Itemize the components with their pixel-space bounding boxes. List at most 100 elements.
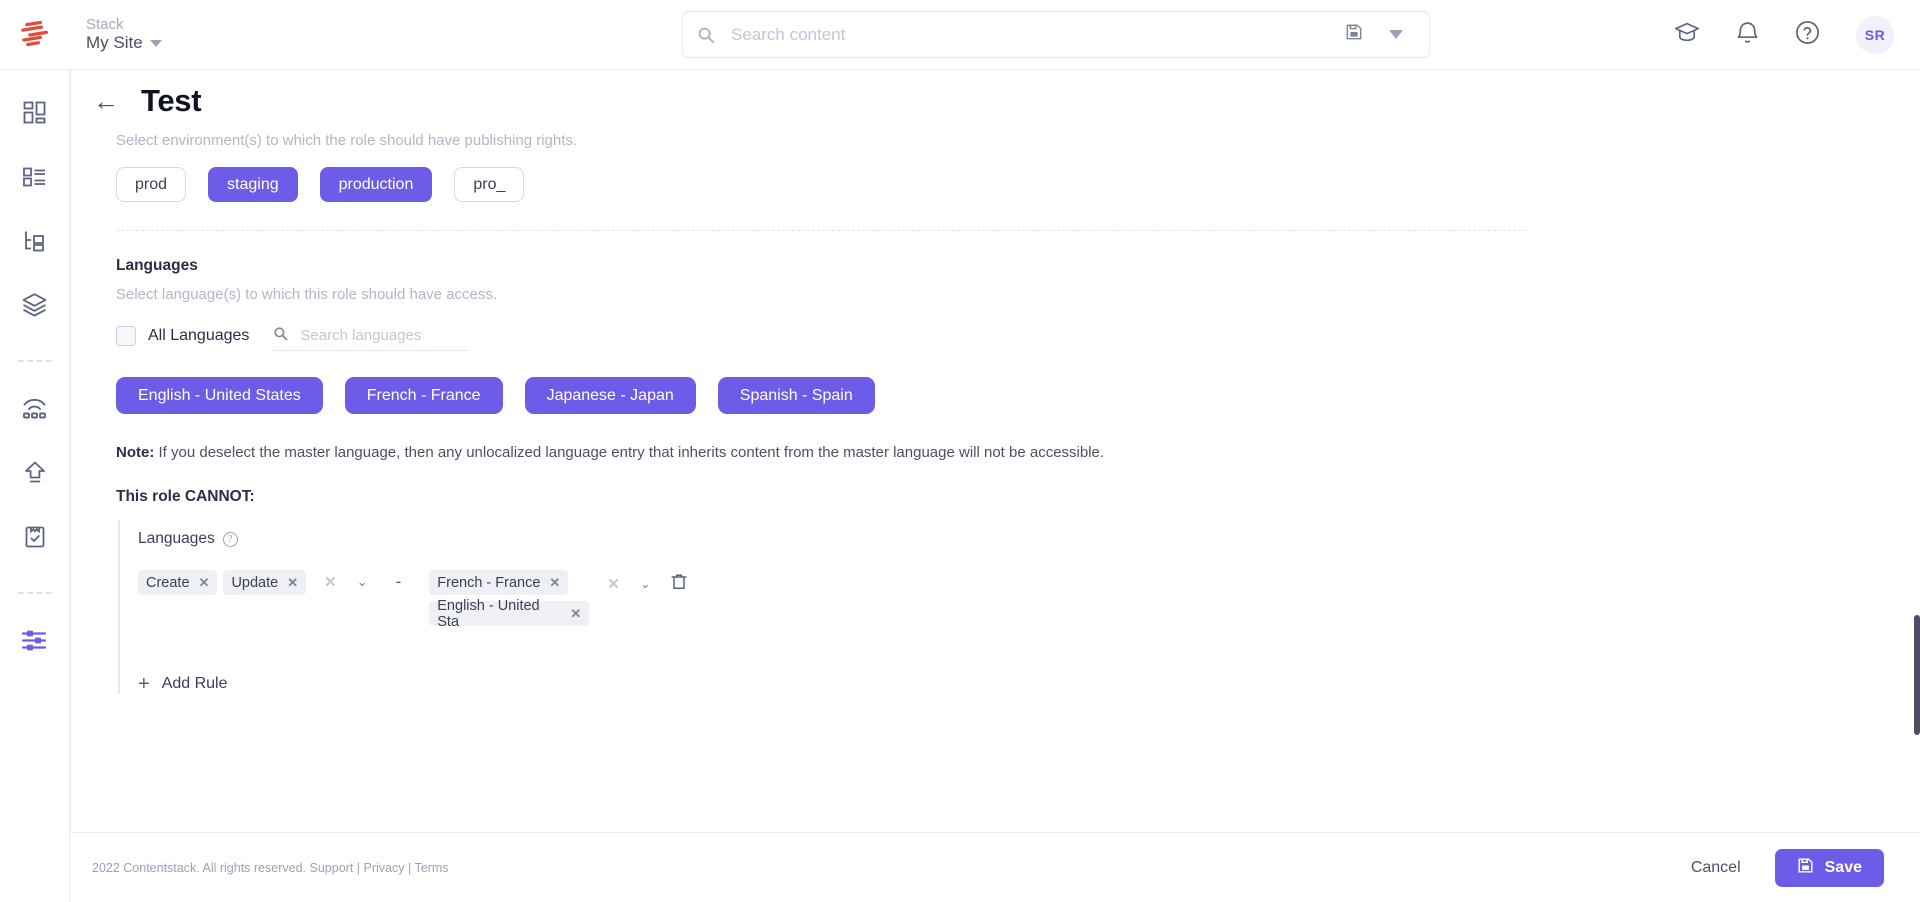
sidebar-item-audit-log[interactable] bbox=[12, 516, 58, 562]
section-divider bbox=[116, 230, 1526, 231]
sidebar-divider-lower bbox=[17, 592, 52, 594]
sidebar-item-taxonomy[interactable] bbox=[12, 220, 58, 266]
all-languages-checkbox[interactable] bbox=[116, 326, 136, 346]
rule-target-token-french-france[interactable]: French - France ✕ bbox=[429, 570, 569, 595]
note-text: If you deselect the master language, the… bbox=[154, 444, 1105, 461]
sidebar-item-publish-queue[interactable] bbox=[12, 452, 58, 498]
token-label: Create bbox=[146, 574, 190, 591]
add-rule-button[interactable]: + Add Rule bbox=[138, 674, 1880, 694]
global-search-bar[interactable] bbox=[682, 11, 1430, 58]
rule-action-token-update[interactable]: Update ✕ bbox=[223, 570, 307, 595]
footer-separator: | bbox=[356, 860, 361, 875]
sidebar-item-dashboard[interactable] bbox=[12, 92, 58, 138]
sidebar-item-settings[interactable] bbox=[12, 620, 58, 666]
search-icon bbox=[273, 326, 288, 346]
environment-chip-production[interactable]: production bbox=[319, 167, 433, 202]
rule-group-label: Languages bbox=[138, 530, 215, 547]
rules-heading: This role CANNOT: bbox=[116, 488, 255, 505]
environment-chip-staging[interactable]: staging bbox=[208, 167, 298, 202]
rule-action-token-create[interactable]: Create ✕ bbox=[138, 570, 218, 595]
sidebar-item-content-types[interactable] bbox=[12, 156, 58, 202]
stack-selector[interactable]: Stack My Site bbox=[86, 16, 162, 53]
contentstack-logo[interactable] bbox=[0, 0, 70, 70]
chevron-down-icon[interactable]: ⌄ bbox=[640, 576, 651, 592]
footer-link-support[interactable]: Support bbox=[310, 861, 354, 875]
close-icon[interactable]: ✕ bbox=[570, 606, 581, 622]
page-footer: 2022 Contentstack. All rights reserved. … bbox=[70, 832, 1920, 902]
save-icon[interactable] bbox=[1345, 23, 1363, 46]
language-chip-row: English - United States French - France … bbox=[116, 377, 1880, 414]
footer-link-terms[interactable]: Terms bbox=[414, 861, 448, 875]
help-circle-icon[interactable]: ? bbox=[222, 531, 238, 547]
clear-x-icon[interactable]: ✕ bbox=[607, 575, 620, 593]
language-chip-french-france[interactable]: French - France bbox=[344, 377, 503, 414]
language-chip-label: Japanese - Japan bbox=[546, 386, 674, 404]
close-icon[interactable]: ✕ bbox=[199, 575, 210, 591]
rule-actions-controls: ✕ ⌄ bbox=[324, 570, 367, 591]
rule-target-token-english-united-states[interactable]: English - United Sta ✕ bbox=[429, 598, 590, 630]
environment-chip-label: staging bbox=[227, 175, 279, 193]
sidebar-item-live-preview[interactable] bbox=[12, 388, 58, 434]
vertical-scrollbar[interactable] bbox=[1914, 615, 1920, 735]
chevron-down-icon[interactable]: ⌄ bbox=[357, 574, 368, 590]
page-title: Test bbox=[141, 83, 202, 118]
sidebar-item-assets[interactable] bbox=[12, 284, 58, 330]
header-icon-group: SR bbox=[1674, 0, 1894, 70]
languages-note: Note: If you deselect the master languag… bbox=[116, 444, 1880, 461]
avatar[interactable]: SR bbox=[1856, 16, 1894, 54]
stack-name[interactable]: My Site bbox=[86, 33, 162, 53]
language-chip-english-united-states[interactable]: English - United States bbox=[116, 377, 323, 414]
all-languages-checkbox-wrap[interactable]: All Languages bbox=[116, 326, 249, 346]
rule-actions-field[interactable]: Create ✕ Update ✕ bbox=[138, 570, 307, 600]
clipboard-check-icon bbox=[23, 524, 47, 554]
languages-section-title: Languages bbox=[116, 257, 198, 274]
upload-arrow-icon bbox=[23, 460, 47, 490]
footer-link-privacy[interactable]: Privacy bbox=[364, 861, 405, 875]
environment-chip-label: prod bbox=[135, 175, 168, 193]
footer-actions: Cancel Save bbox=[1691, 848, 1884, 887]
language-search-input[interactable] bbox=[298, 326, 470, 345]
save-icon bbox=[1797, 857, 1814, 879]
cancel-button[interactable]: Cancel bbox=[1691, 859, 1741, 877]
rule-group-header: Languages ? bbox=[138, 530, 1880, 548]
stack-name-text: My Site bbox=[86, 33, 143, 53]
close-icon[interactable]: ✕ bbox=[549, 575, 560, 591]
contentstack-logo-icon bbox=[21, 20, 49, 46]
live-preview-icon bbox=[21, 396, 48, 426]
close-icon[interactable]: ✕ bbox=[287, 575, 298, 591]
page-container: ← Test Select environment(s) to which th… bbox=[70, 70, 1920, 902]
rule-targets-field[interactable]: French - France ✕ English - United Sta ✕ bbox=[429, 570, 590, 630]
back-button[interactable]: ← bbox=[93, 88, 119, 114]
search-filter-chevron-down-icon[interactable] bbox=[1389, 26, 1403, 44]
environment-chip-row: prod staging production pro_ bbox=[116, 167, 1880, 202]
tree-structure-icon bbox=[22, 228, 47, 258]
layers-icon bbox=[21, 292, 48, 322]
language-chip-label: English - United States bbox=[138, 386, 301, 404]
save-button-label: Save bbox=[1824, 858, 1862, 876]
left-sidebar bbox=[0, 70, 70, 902]
search-input[interactable] bbox=[729, 23, 1345, 46]
search-icon bbox=[683, 26, 729, 44]
graduation-cap-icon[interactable] bbox=[1674, 21, 1700, 50]
token-label: Update bbox=[231, 574, 279, 591]
environment-chip-prod[interactable]: prod bbox=[116, 167, 187, 202]
language-chip-label: Spanish - Spain bbox=[739, 386, 853, 404]
bell-icon[interactable] bbox=[1736, 20, 1759, 50]
clear-x-icon[interactable]: ✕ bbox=[324, 573, 337, 591]
token-label: French - France bbox=[437, 574, 541, 591]
chevron-down-icon bbox=[149, 39, 162, 47]
save-button[interactable]: Save bbox=[1774, 848, 1884, 887]
language-chip-japanese-japan[interactable]: Japanese - Japan bbox=[524, 377, 696, 414]
environments-description: Select environment(s) to which the role … bbox=[116, 132, 578, 149]
language-search-field[interactable] bbox=[273, 321, 470, 351]
environment-chip-pro[interactable]: pro_ bbox=[454, 167, 525, 202]
trash-icon[interactable] bbox=[671, 573, 687, 595]
environment-chip-label: production bbox=[338, 175, 414, 193]
help-circle-icon[interactable] bbox=[1795, 20, 1820, 50]
language-chip-spanish-spain[interactable]: Spanish - Spain bbox=[717, 377, 875, 414]
footer-copyright: 2022 Contentstack. All rights reserved. … bbox=[92, 861, 449, 875]
all-languages-label: All Languages bbox=[148, 327, 250, 344]
stack-label: Stack bbox=[86, 16, 124, 34]
environment-chip-label: pro_ bbox=[473, 175, 506, 193]
languages-controls: All Languages bbox=[116, 321, 1880, 351]
